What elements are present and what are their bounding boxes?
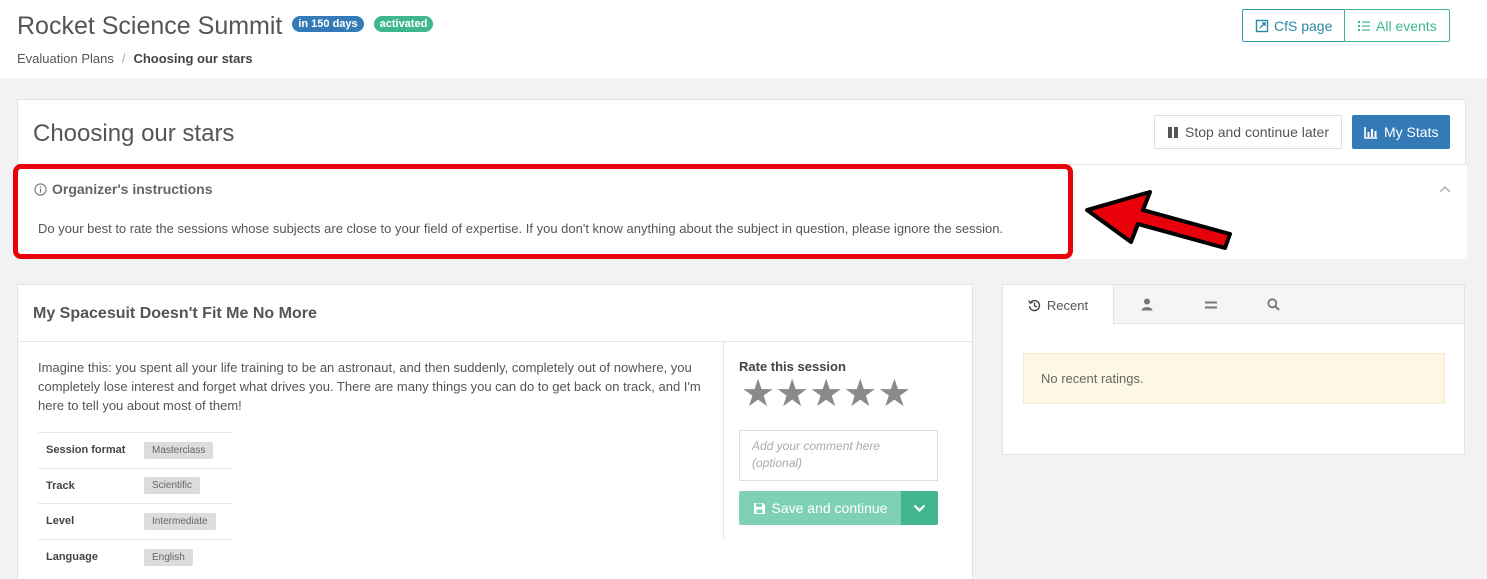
breadcrumb-separator: / [121,51,126,66]
user-icon [1141,298,1153,311]
meta-tag: Intermediate [144,512,216,530]
meta-key: Session format [46,444,126,457]
instructions-header[interactable]: Organizer's instructions [34,181,212,197]
meta-key: Level [46,515,75,528]
table-row: Session format Masterclass [38,432,232,469]
event-title: Rocket Science Summit in 150 days activa… [17,12,434,41]
meta-key: Track [46,479,75,492]
session-panel: My Spacesuit Doesn't Fit Me No More Imag… [17,284,973,579]
star-rating: ★ ★ ★ ★ ★ [741,375,911,413]
instructions-text: Do your best to rate the sessions whose … [38,221,1004,236]
table-row: Level Intermediate [38,503,232,540]
tab-recent-label: Recent [1046,297,1089,313]
breadcrumb: Evaluation Plans / Choosing our stars [17,51,253,66]
meta-tag: Masterclass [144,441,214,459]
side-tabs: Recent [1003,285,1464,325]
list-icon [1358,20,1370,31]
all-events-button[interactable]: All events [1344,9,1450,42]
table-row: Track Scientific [38,468,232,504]
my-stats-label: My Stats [1384,124,1439,140]
session-meta-table: Session format Masterclass Track Scienti… [38,432,232,575]
instructions-title: Organizer's instructions [52,181,213,197]
save-options-dropdown[interactable] [901,491,938,525]
organizer-instructions: Organizer's instructions Do your best to… [18,165,1467,259]
annotation-arrow-icon [1085,190,1232,250]
tab-user[interactable] [1114,285,1180,324]
star-icon[interactable]: ★ [877,375,911,413]
meta-key: Language [46,551,98,563]
divider [18,341,972,342]
star-icon[interactable]: ★ [775,375,809,413]
all-events-label: All events [1376,17,1437,34]
comment-input[interactable] [739,430,938,481]
tab-recent[interactable]: Recent [1003,285,1114,325]
status-badge: activated [373,16,434,33]
plan-title: Choosing our stars [33,120,235,147]
meta-tag: English [144,548,193,566]
column-divider [723,342,724,540]
save-and-continue-button[interactable]: Save and continue [739,491,901,525]
info-icon [34,182,47,196]
cfs-page-label: CfS page [1274,17,1333,34]
equals-icon [1205,301,1217,308]
table-row: Language English [38,539,232,575]
save-label: Save and continue [771,500,888,516]
breadcrumb-evaluation-plans[interactable]: Evaluation Plans [17,51,114,66]
floppy-disk-icon [753,502,765,514]
my-stats-button[interactable]: My Stats [1352,115,1451,149]
stop-label: Stop and continue later [1185,124,1329,140]
event-title-text: Rocket Science Summit [17,12,283,40]
cfs-page-button[interactable]: CfS page [1242,9,1346,42]
evaluation-plan-panel: Choosing our stars Stop and continue lat… [17,99,1467,259]
star-icon[interactable]: ★ [741,375,775,413]
pause-icon [1168,126,1178,138]
days-badge: in 150 days [292,16,364,33]
external-link-icon [1255,19,1269,32]
breadcrumb-current: Choosing our stars [133,51,253,66]
chevron-down-icon [913,504,926,512]
tab-search[interactable] [1242,285,1304,324]
search-icon [1266,298,1280,311]
star-icon[interactable]: ★ [809,375,843,413]
stop-continue-later-button[interactable]: Stop and continue later [1154,115,1342,149]
meta-tag: Scientific [144,477,201,495]
session-title: My Spacesuit Doesn't Fit Me No More [33,305,317,322]
ratings-side-panel: Recent No recent ratings. [1002,284,1465,455]
bar-chart-icon [1364,126,1377,139]
tab-equals[interactable] [1180,285,1242,324]
chevron-up-icon[interactable] [1438,182,1452,196]
rate-session-label: Rate this session [739,359,846,374]
star-icon[interactable]: ★ [843,375,877,413]
session-abstract: Imagine this: you spent all your life tr… [38,360,701,413]
top-header: Rocket Science Summit in 150 days activa… [0,0,1487,78]
no-ratings-alert: No recent ratings. [1023,353,1445,404]
history-icon [1028,299,1041,311]
